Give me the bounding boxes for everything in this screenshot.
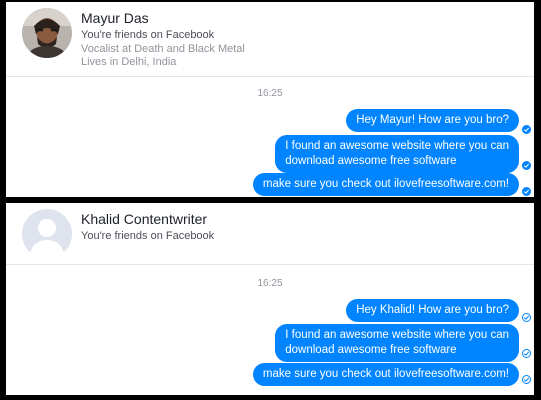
divider (6, 264, 534, 265)
contact-work: Vocalist at Death and Black Metal (81, 43, 245, 55)
check-circle-outline-icon (522, 375, 531, 384)
message-text: download awesome free software (285, 344, 457, 356)
message-text: make sure you check out ilovefreesoftwar… (262, 368, 509, 380)
check-circle-filled-icon (522, 125, 531, 134)
divider (6, 76, 534, 77)
check-circle-filled-icon (522, 161, 531, 170)
conversation-panel-mayur: Mayur Das You're friends on Facebook Voc… (6, 2, 534, 197)
check-circle-outline-icon (522, 349, 531, 358)
message-text: Hey Mayur! How are you bro? (356, 114, 509, 126)
message-bubble[interactable]: make sure you check out ilovefreesoftwar… (252, 173, 519, 196)
timestamp: 16:25 (257, 278, 283, 289)
message-text: download awesome free software (285, 155, 457, 167)
contact-name[interactable]: Khalid Contentwriter (81, 211, 207, 227)
default-avatar-icon[interactable] (22, 209, 72, 259)
message-text: Hey Khalid! How are you bro? (356, 304, 509, 316)
message-text: I found an awesome website where you can (285, 140, 509, 152)
contact-location: Lives in Delhi, India (81, 56, 177, 68)
relationship-text: You're friends on Facebook (81, 29, 215, 41)
message-bubble[interactable]: I found an awesome website where you can… (275, 135, 519, 173)
message-bubble[interactable]: Hey Mayur! How are you bro? (346, 109, 519, 132)
conversation-panel-khalid: Khalid Contentwriter You're friends on F… (6, 203, 534, 395)
message-bubble[interactable]: Hey Khalid! How are you bro? (346, 299, 519, 322)
contact-name[interactable]: Mayur Das (81, 10, 149, 26)
avatar[interactable] (22, 8, 72, 58)
message-bubble[interactable]: make sure you check out ilovefreesoftwar… (252, 363, 519, 386)
check-circle-filled-icon (522, 187, 531, 196)
check-circle-outline-icon (522, 313, 531, 322)
message-bubble[interactable]: I found an awesome website where you can… (275, 324, 519, 362)
relationship-text: You're friends on Facebook (81, 230, 215, 242)
message-text: make sure you check out ilovefreesoftwar… (262, 178, 509, 190)
message-text: I found an awesome website where you can (285, 329, 509, 341)
timestamp: 16:25 (257, 88, 283, 99)
